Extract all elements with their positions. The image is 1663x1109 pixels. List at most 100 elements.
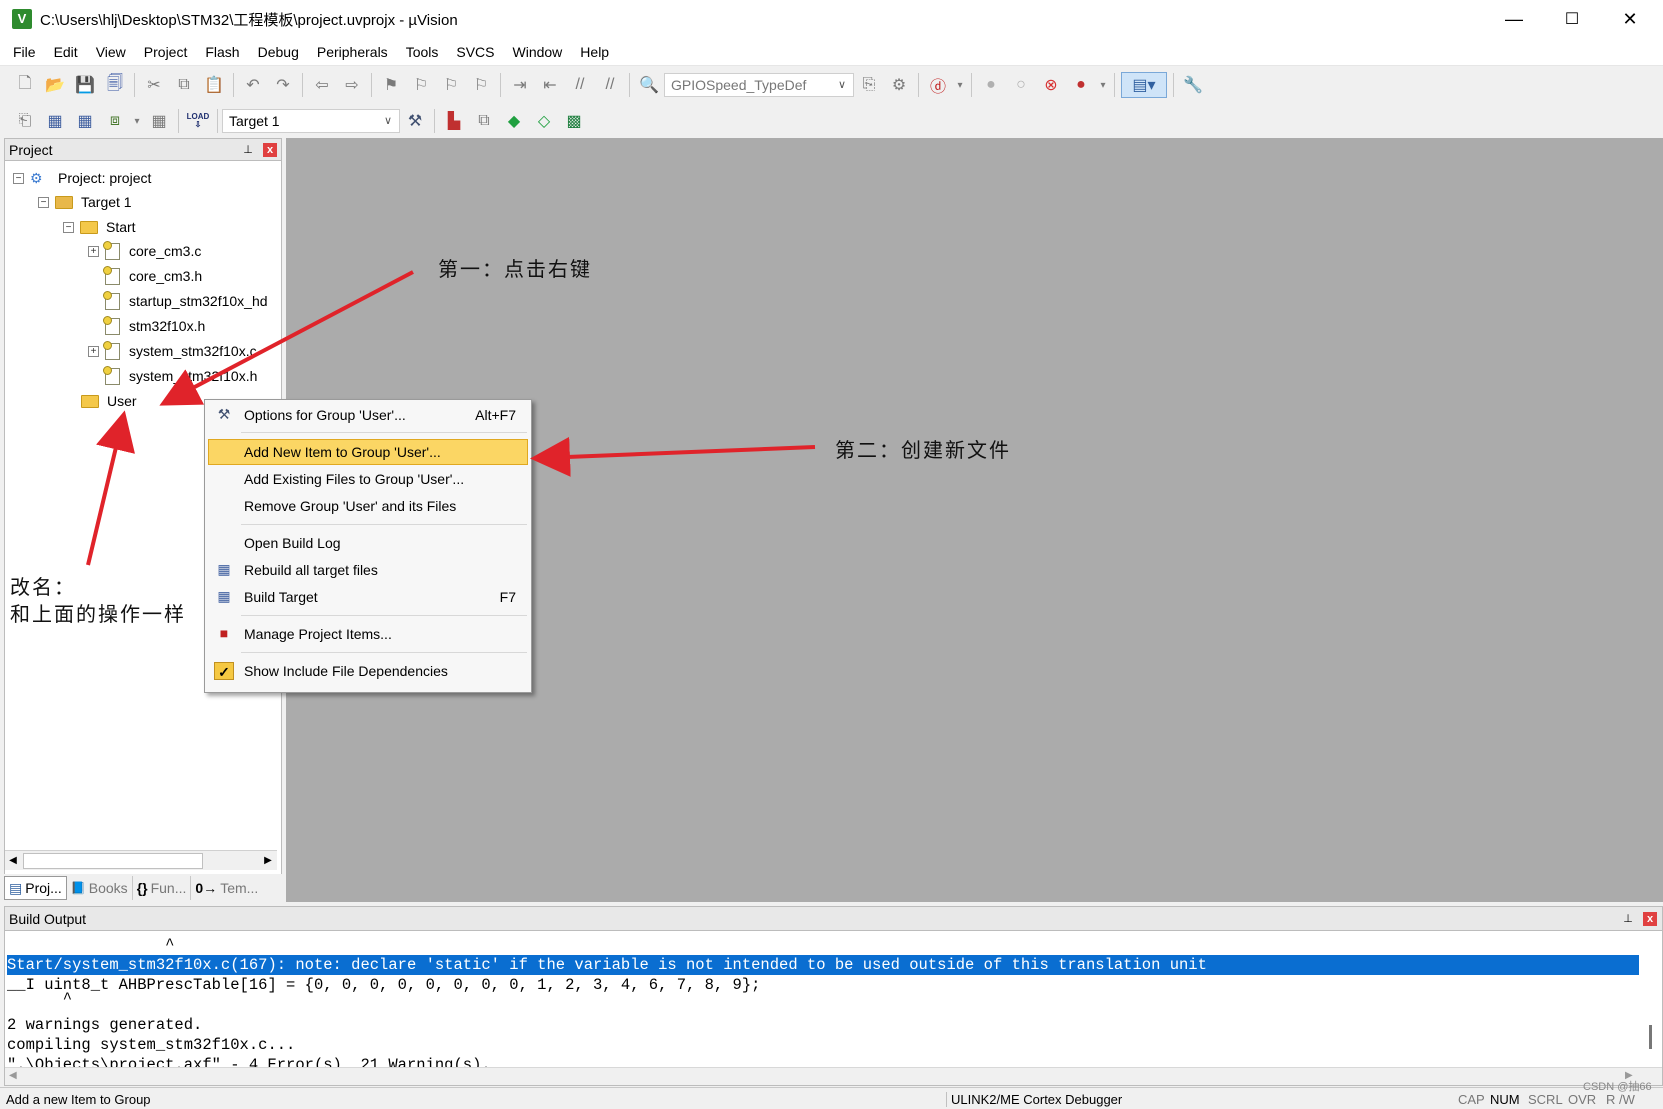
copy-icon[interactable]: ⧉ xyxy=(171,72,197,98)
output-line-selected[interactable]: Start/system_stm32f10x.c(167): note: dec… xyxy=(7,955,1639,975)
tree-file[interactable]: startup_stm32f10x_hd xyxy=(103,290,268,312)
pack-installer-icon[interactable]: ◇ xyxy=(531,108,557,134)
pack-install-icon[interactable]: ▩ xyxy=(561,108,587,134)
translate-icon[interactable]: ⎗ xyxy=(12,108,38,134)
tree-group-start[interactable]: − Start xyxy=(63,216,136,238)
tab-project[interactable]: ▤ Proj... xyxy=(4,876,67,900)
options-for-target-icon[interactable]: ⚒ xyxy=(402,108,428,134)
download-load-icon[interactable]: LOAD ⇩ xyxy=(185,108,211,134)
start-debug-icon[interactable]: ⓓ xyxy=(925,72,951,98)
output-hscroll[interactable]: ◀ ▶ xyxy=(5,1067,1662,1085)
bookmark-toggle-icon[interactable]: ⚑ xyxy=(378,72,404,98)
breakpoint-kill-all-icon[interactable]: ● xyxy=(1068,72,1094,98)
dropdown-arrow-icon[interactable]: ▾ xyxy=(132,108,142,134)
menu-tools[interactable]: Tools xyxy=(397,44,448,60)
pin-icon[interactable]: ⊥ xyxy=(1621,912,1635,926)
pin-icon[interactable]: ⊥ xyxy=(241,143,255,157)
collapse-icon[interactable]: − xyxy=(63,221,74,233)
project-panel-hscroll[interactable]: ◀ ▶ xyxy=(5,850,277,870)
expand-icon[interactable]: + xyxy=(88,345,99,357)
menu-project[interactable]: Project xyxy=(135,44,197,60)
scroll-left-icon[interactable]: ◀ xyxy=(5,853,21,869)
menu-item-add-new-item[interactable]: Add New Item to Group 'User'... xyxy=(208,439,528,465)
dropdown-arrow-icon[interactable]: ▾ xyxy=(955,72,965,98)
redo-icon[interactable]: ↷ xyxy=(270,72,296,98)
window-layout-icon[interactable]: ▤▾ xyxy=(1121,72,1167,98)
tree-file[interactable]: system_stm32f10x.h xyxy=(103,365,257,387)
minimize-button[interactable]: — xyxy=(1485,0,1543,38)
collapse-icon[interactable]: − xyxy=(38,196,49,208)
bookmark-next-icon[interactable]: ⚐ xyxy=(438,72,464,98)
manage-project-items-icon[interactable]: ▙ xyxy=(441,108,467,134)
dropdown-arrow-icon[interactable]: ▾ xyxy=(1098,72,1108,98)
tree-target[interactable]: − Target 1 xyxy=(38,191,132,213)
menu-item-open-build-log[interactable]: Open Build Log xyxy=(208,530,528,556)
menu-item-manage-project-items[interactable]: ■ Manage Project Items... xyxy=(208,621,528,647)
unindent-icon[interactable]: ⇤ xyxy=(537,72,563,98)
menu-file[interactable]: File xyxy=(0,44,45,60)
manage-rte-icon[interactable]: ◆ xyxy=(501,108,527,134)
save-icon[interactable]: 💾 xyxy=(72,72,98,98)
target-select[interactable]: Target 1 ∨ xyxy=(222,109,400,133)
comment-icon[interactable]: // xyxy=(567,72,593,98)
uncomment-icon[interactable]: // xyxy=(597,72,623,98)
close-icon[interactable]: x xyxy=(263,143,277,157)
close-button[interactable]: ✕ xyxy=(1601,0,1659,38)
build-icon[interactable]: ▦ xyxy=(42,108,68,134)
menu-svcs[interactable]: SVCS xyxy=(447,44,503,60)
save-all-icon[interactable]: 🗐 xyxy=(102,72,128,98)
tree-file[interactable]: stm32f10x.h xyxy=(103,315,205,337)
menu-help[interactable]: Help xyxy=(571,44,618,60)
bookmark-clear-icon[interactable]: ⚐ xyxy=(468,72,494,98)
tab-books[interactable]: 📘 Books xyxy=(67,876,133,900)
find-combo[interactable]: GPIOSpeed_TypeDef ∨ xyxy=(664,73,854,97)
menu-item-rebuild-all[interactable]: ▦ Rebuild all target files xyxy=(208,557,528,583)
nav-forward-icon[interactable]: ⇨ xyxy=(339,72,365,98)
bookmark-prev-icon[interactable]: ⚐ xyxy=(408,72,434,98)
stop-build-icon[interactable]: ▦ xyxy=(146,108,172,134)
tab-templates[interactable]: 0→ Tem... xyxy=(191,876,262,900)
menu-item-add-existing-files[interactable]: Add Existing Files to Group 'User'... xyxy=(208,466,528,492)
cut-icon[interactable]: ✂ xyxy=(141,72,167,98)
tree-file[interactable]: + core_cm3.c xyxy=(88,240,201,262)
tree-file[interactable]: + system_stm32f10x.c xyxy=(88,340,273,362)
select-packs-icon[interactable]: ⧉ xyxy=(471,108,497,134)
menu-debug[interactable]: Debug xyxy=(249,44,308,60)
menu-peripherals[interactable]: Peripherals xyxy=(308,44,397,60)
scroll-thumb[interactable] xyxy=(23,853,203,869)
breakpoint-disable-icon[interactable]: ○ xyxy=(1008,72,1034,98)
undo-icon[interactable]: ↶ xyxy=(240,72,266,98)
maximize-button[interactable]: ☐ xyxy=(1543,0,1601,38)
menu-flash[interactable]: Flash xyxy=(196,44,248,60)
menu-item-show-include-deps[interactable]: ✓ Show Include File Dependencies xyxy=(208,658,528,684)
scroll-left-icon[interactable]: ◀ xyxy=(9,1070,17,1081)
incremental-find-icon[interactable]: ⎘ xyxy=(856,72,882,98)
configure-wrench-icon[interactable]: 🔧 xyxy=(1180,72,1206,98)
menu-item-remove-group[interactable]: Remove Group 'User' and its Files xyxy=(208,493,528,519)
menu-item-build-target[interactable]: ▦ Build Target F7 xyxy=(208,584,528,610)
scroll-right-icon[interactable]: ▶ xyxy=(260,853,276,869)
tree-group-user[interactable]: User xyxy=(81,390,137,412)
output-vscroll-thumb[interactable] xyxy=(1649,1025,1652,1049)
new-file-icon[interactable]: 🗋 xyxy=(12,72,38,98)
breakpoint-insert-icon[interactable]: ● xyxy=(978,72,1004,98)
find-in-files-icon[interactable]: 🔍 xyxy=(636,72,662,98)
tree-file[interactable]: core_cm3.h xyxy=(103,265,202,287)
close-icon[interactable]: x xyxy=(1643,912,1657,926)
tree-project-root[interactable]: − ⚙ Project: project xyxy=(13,167,151,189)
tab-functions[interactable]: {} Fun... xyxy=(133,876,192,900)
open-file-icon[interactable]: 📂 xyxy=(42,72,68,98)
paste-icon[interactable]: 📋 xyxy=(201,72,227,98)
nav-back-icon[interactable]: ⇦ xyxy=(309,72,335,98)
batch-build-icon[interactable]: ⧈ xyxy=(102,108,128,134)
menu-item-options-for-group[interactable]: ⚒ Options for Group 'User'... Alt+F7 xyxy=(208,402,528,428)
menu-view[interactable]: View xyxy=(87,44,135,60)
expand-icon[interactable]: + xyxy=(88,245,99,257)
menu-window[interactable]: Window xyxy=(504,44,572,60)
breakpoint-disable-all-icon[interactable]: ⊗ xyxy=(1038,72,1064,98)
rebuild-icon[interactable]: ▦ xyxy=(72,108,98,134)
menu-edit[interactable]: Edit xyxy=(45,44,87,60)
debug-tools-icon[interactable]: ⚙ xyxy=(886,72,912,98)
collapse-icon[interactable]: − xyxy=(13,172,24,184)
indent-icon[interactable]: ⇥ xyxy=(507,72,533,98)
